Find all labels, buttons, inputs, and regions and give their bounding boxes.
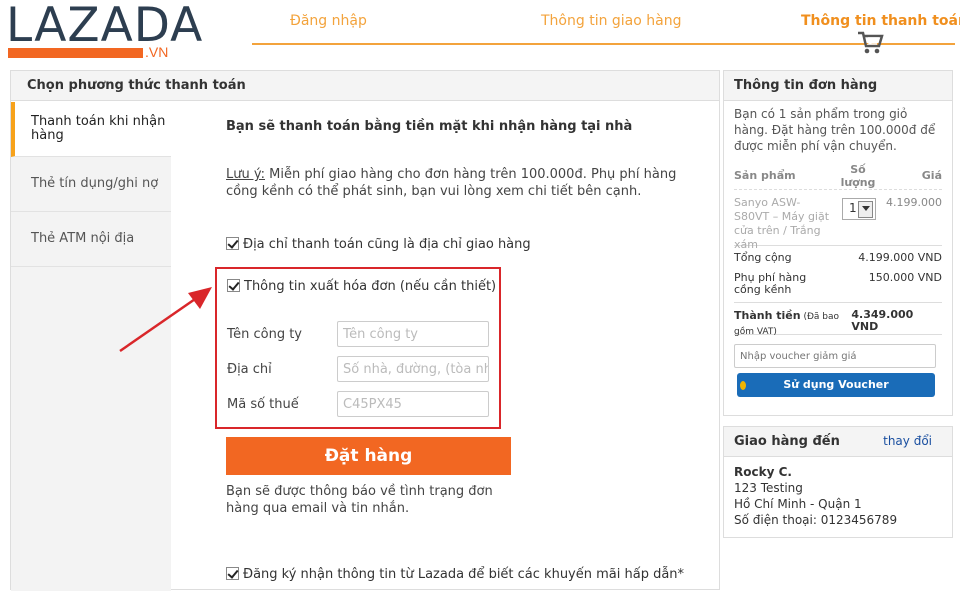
same-address-option[interactable]: Địa chỉ thanh toán cũng là địa chỉ giao … [226,237,531,252]
grand-total-label: Thành tiền [734,309,801,322]
subtotal-label: Tổng cộng [734,251,792,264]
tax-code-input[interactable]: C45PX45 [337,391,489,417]
newsletter-checkbox[interactable] [226,567,239,580]
newsletter-label: Đăng ký nhận thông tin từ Lazada để biết… [243,567,685,582]
company-address-row: Địa chỉ Số nhà, đường, (tòa nhà) [227,356,489,382]
grand-total-value: 4.349.000 VND [851,308,914,333]
quantity-select[interactable]: 1 [842,198,876,220]
tab-label: Thanh toán khi nhận hàng [31,114,166,143]
lazada-logo[interactable]: LAZADA .VN [4,0,202,64]
shipping-address: Rocky C. 123 Testing Hồ Chí Minh - Quận … [724,457,952,535]
invoice-label: Thông tin xuất hóa đơn (nếu cần thiết) [244,279,497,294]
same-address-label: Địa chỉ thanh toán cũng là địa chỉ giao … [243,237,531,252]
col-quantity: Số lượng [840,162,876,189]
company-name-input[interactable]: Tên công ty [337,321,489,347]
invoice-checkbox[interactable] [227,279,240,292]
step-shipping-info[interactable]: Thông tin giao hàng [541,13,682,29]
subtotal-value: 4.199.000 VND [858,251,942,264]
logo-wordmark: LAZADA [6,0,204,53]
quantity-value: 1 [849,201,857,215]
step-login[interactable]: Đăng nhập [290,13,367,29]
order-table: Sản phẩm Số lượng Giá Sanyo ASW-S80VT – … [734,162,942,337]
col-product: Sản phẩm [734,169,796,182]
item-price: 4.199.000 [886,196,942,209]
item-name: Sanyo ASW-S80VT – Máy giặt cửa trên / Tr… [734,196,830,251]
voucher-input[interactable] [734,344,936,368]
tax-code-row: Mã số thuế C45PX45 [227,391,489,417]
recipient-name: Rocky C. [734,465,792,479]
tab-label: Thẻ ATM nội địa [31,231,135,246]
shipping-title: Giao hàng đến [734,434,840,449]
use-voucher-label: Sử dụng Voucher [783,378,889,391]
tax-code-label: Mã số thuế [227,397,299,412]
bulky-fee-label: Phụ phí hàng cồng kềnh [734,271,807,296]
payment-method-title: Bạn sẽ thanh toán bằng tiền mặt khi nhận… [226,119,633,134]
company-name-label: Tên công ty [227,327,302,342]
phone-number: Số điện thoại: 0123456789 [734,513,898,527]
step-payment-info: Thông tin thanh toán [801,13,960,29]
logo-bar [8,48,143,58]
same-address-checkbox[interactable] [226,237,239,250]
newsletter-option[interactable]: Đăng ký nhận thông tin từ Lazada để biết… [226,567,684,582]
cart-summary: Bạn có 1 sản phẩm trong giỏ hàng. Đặt hà… [734,107,936,153]
company-address-input[interactable]: Số nhà, đường, (tòa nhà) [337,356,489,382]
logo-domain: .VN [145,44,169,60]
use-voucher-button[interactable]: Sử dụng Voucher [737,373,935,397]
bulky-fee-row: Phụ phí hàng cồng kềnh 150.000 VND [734,272,942,298]
order-table-header: Sản phẩm Số lượng Giá [734,162,942,190]
tab-label: Thẻ tín dụng/ghi nợ [31,176,159,191]
subtotal-row: Tổng cộng 4.199.000 VND [734,252,942,272]
order-totals: Tổng cộng 4.199.000 VND Phụ phí hàng cồng… [734,246,942,303]
order-item-row: Sanyo ASW-S80VT – Máy giặt cửa trên / Tr… [734,190,942,251]
col-price: Giá [921,169,942,182]
address-line-2: Hồ Chí Minh - Quận 1 [734,497,862,511]
tab-atm-card[interactable]: Thẻ ATM nội địa [11,212,171,267]
company-name-row: Tên công ty Tên công ty [227,321,489,347]
cart-icon [858,31,884,54]
address-line-1: 123 Testing [734,481,803,495]
shipping-panel: Giao hàng đến thay đổi Rocky C. 123 Test… [723,426,953,538]
invoice-option[interactable]: Thông tin xuất hóa đơn (nếu cần thiết) [227,279,496,294]
payment-content: Bạn sẽ thanh toán bằng tiền mặt khi nhận… [215,71,706,591]
notification-text: Bạn sẽ được thông báo về tình trạng đơn … [226,484,493,516]
order-info-panel: Thông tin đơn hàng Bạn có 1 sản phẩm tro… [723,70,953,416]
grand-total-row: Thành tiền (Đã bao gồm VAT) 4.349.000 VN… [734,303,942,337]
tab-credit-card[interactable]: Thẻ tín dụng/ghi nợ [11,157,171,212]
checkout-steps: Đăng nhập Thông tin giao hàng Thông tin … [252,0,960,48]
grand-total-label-wrap: Thành tiền (Đã bao gồm VAT) [734,309,851,337]
note-label: Lưu ý: [226,167,265,182]
shipping-note: Lưu ý: Miễn phí giao hàng cho đơn hàng t… [226,166,696,200]
change-address-link[interactable]: thay đổi [883,434,932,448]
voucher-icon [740,381,746,390]
chevron-down-icon [862,206,870,211]
tab-cash-on-delivery[interactable]: Thanh toán khi nhận hàng [11,102,171,157]
company-address-label: Địa chỉ [227,362,272,377]
place-order-button[interactable]: Đặt hàng [226,437,511,475]
shipping-title-bar: Giao hàng đến thay đổi [724,427,952,457]
note-text: Miễn phí giao hàng cho đơn hàng trên 100… [226,167,677,199]
annotation-arrow-icon [119,287,212,353]
invoice-highlight-box: Thông tin xuất hóa đơn (nếu cần thiết) T… [215,267,501,429]
order-info-title: Thông tin đơn hàng [724,71,952,101]
steps-progress-line [252,43,955,45]
bulky-fee-value: 150.000 VND [868,271,942,284]
